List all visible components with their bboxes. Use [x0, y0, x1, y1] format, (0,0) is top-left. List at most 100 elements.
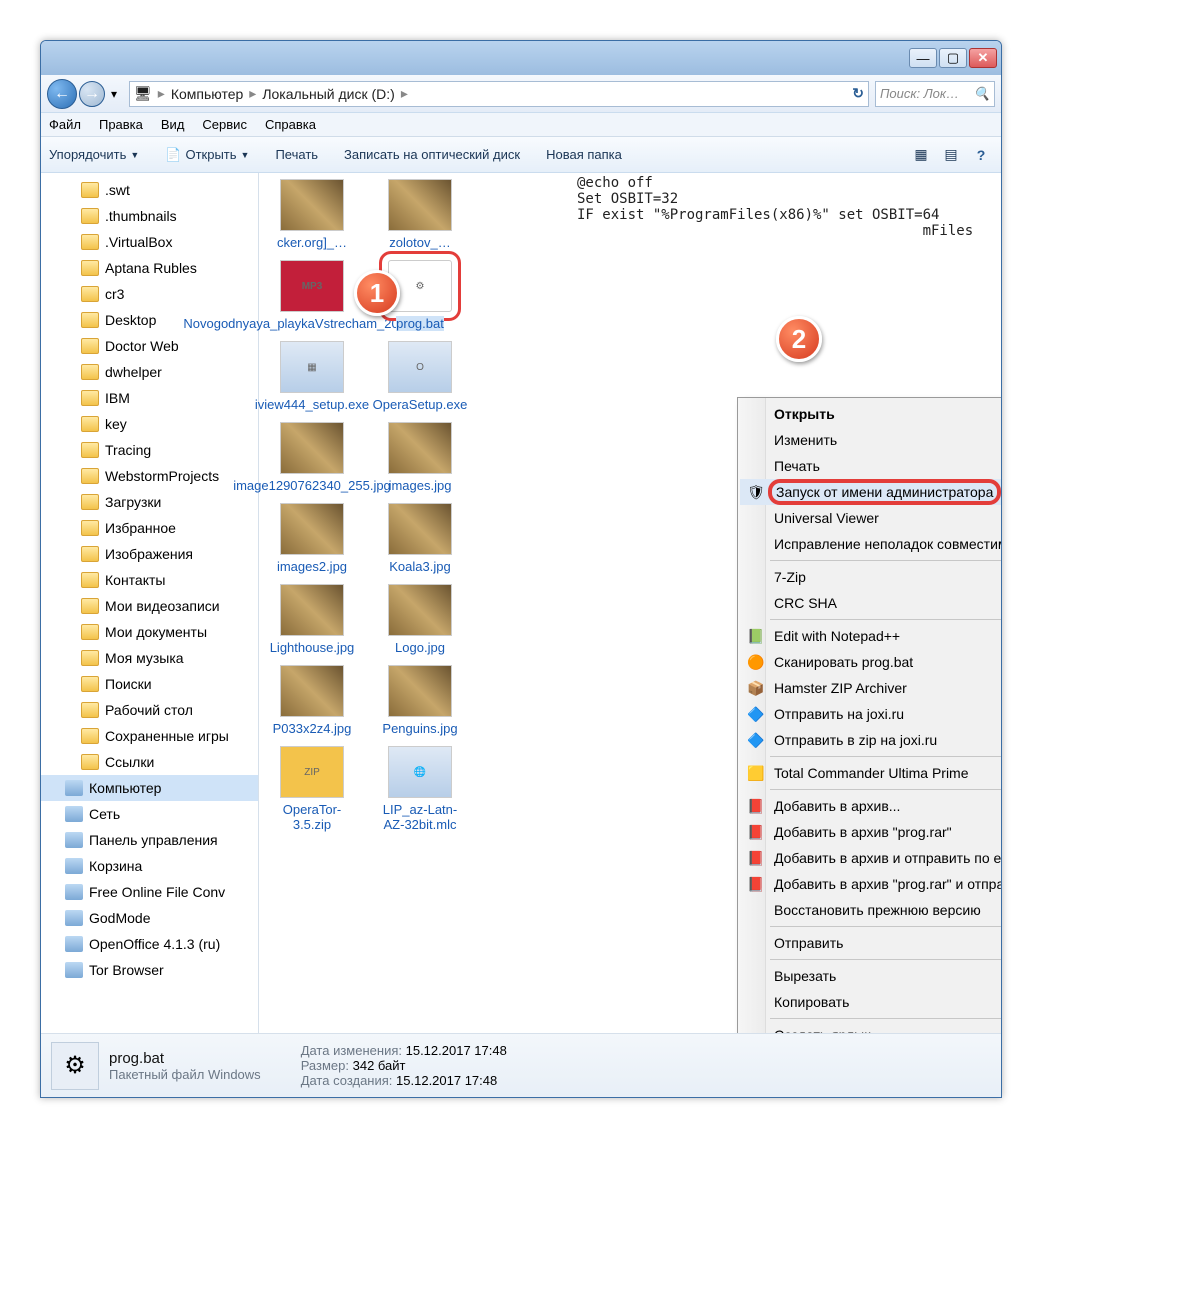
sidebar-item[interactable]: Мои видеозаписи: [41, 593, 258, 619]
ctx-scan[interactable]: 🟠Сканировать prog.bat: [740, 649, 1001, 675]
file-label: images2.jpg: [277, 559, 347, 574]
file-item[interactable]: images.jpg: [375, 422, 465, 493]
menu-file[interactable]: Файл: [49, 117, 81, 132]
new-folder-button[interactable]: Новая папка: [546, 147, 622, 162]
ctx-joxi-zip[interactable]: 🔷Отправить в zip на joxi.ru: [740, 727, 1001, 753]
menu-view[interactable]: Вид: [161, 117, 185, 132]
preview-pane-icon[interactable]: ▤: [939, 143, 963, 167]
file-item[interactable]: ZIPOperaTor-3.5.zip: [267, 746, 357, 832]
menu-tools[interactable]: Сервис: [202, 117, 247, 132]
nav-back-button[interactable]: ←: [47, 79, 77, 109]
file-item[interactable]: zolotov_…: [375, 179, 465, 250]
file-item[interactable]: MP3Novogodnyaya_playkaVstrecham_2012_g…: [267, 260, 357, 331]
file-item[interactable]: images2.jpg: [267, 503, 357, 574]
ctx-compat-troubleshoot[interactable]: Исправление неполадок совместимости: [740, 531, 1001, 557]
sidebar-item-label: Сеть: [89, 806, 120, 822]
sidebar-item[interactable]: Загрузки: [41, 489, 258, 515]
ctx-send-to[interactable]: Отправить: [740, 930, 1001, 956]
search-input[interactable]: Поиск: Лок… 🔍: [875, 81, 995, 107]
address-bar[interactable]: 🖥 ▸ Компьютер ▸ Локальный диск (D:) ▸ ↻: [129, 81, 869, 107]
sidebar-item[interactable]: .swt: [41, 177, 258, 203]
print-button[interactable]: Печать: [275, 147, 318, 162]
ctx-hamster-zip[interactable]: 📦Hamster ZIP Archiver: [740, 675, 1001, 701]
sidebar-item-label: Корзина: [89, 858, 142, 874]
sidebar-item[interactable]: .VirtualBox: [41, 229, 258, 255]
ctx-rar-named-email[interactable]: 📕Добавить в архив "prog.rar" и отправить…: [740, 871, 1001, 897]
sidebar-item[interactable]: Aptana Rubles: [41, 255, 258, 281]
sidebar-item[interactable]: Корзина: [41, 853, 258, 879]
minimize-button[interactable]: —: [909, 48, 937, 68]
ctx-separator: [770, 619, 1001, 620]
ctx-open[interactable]: Открыть: [740, 401, 1001, 427]
sidebar-item[interactable]: key: [41, 411, 258, 437]
sidebar-item[interactable]: Поиски: [41, 671, 258, 697]
sidebar-item[interactable]: WebstormProjects: [41, 463, 258, 489]
file-item[interactable]: cker.org]_…: [267, 179, 357, 250]
breadcrumb-sep: ▸: [249, 85, 256, 102]
ctx-cut[interactable]: Вырезать: [740, 963, 1001, 989]
sidebar-item[interactable]: OpenOffice 4.1.3 (ru): [41, 931, 258, 957]
node-icon: [65, 806, 83, 822]
ctx-joxi-send[interactable]: 🔷Отправить на joxi.ru: [740, 701, 1001, 727]
sidebar-item[interactable]: Изображения: [41, 541, 258, 567]
ctx-create-shortcut[interactable]: Создать ярлык: [740, 1022, 1001, 1033]
sidebar-item[interactable]: Панель управления: [41, 827, 258, 853]
file-item[interactable]: image1290762340_255.jpg: [267, 422, 357, 493]
ctx-7zip[interactable]: 7-Zip: [740, 564, 1001, 590]
file-item[interactable]: Lighthouse.jpg: [267, 584, 357, 655]
sidebar-item[interactable]: Tor Browser: [41, 957, 258, 983]
sidebar-item[interactable]: Сохраненные игры: [41, 723, 258, 749]
sidebar-item[interactable]: dwhelper: [41, 359, 258, 385]
sidebar-item[interactable]: Моя музыка: [41, 645, 258, 671]
nav-history-dropdown[interactable]: ▾: [105, 80, 123, 108]
breadcrumb-drive[interactable]: Локальный диск (D:): [262, 86, 395, 102]
close-button[interactable]: ✕: [969, 48, 997, 68]
sidebar-item[interactable]: cr3: [41, 281, 258, 307]
ctx-rar-add-named[interactable]: 📕Добавить в архив "prog.rar": [740, 819, 1001, 845]
view-mode-icon[interactable]: ▦: [909, 143, 933, 167]
help-icon[interactable]: ?: [969, 143, 993, 167]
file-item[interactable]: 🌐LIP_az-Latn-AZ-32bit.mlc: [375, 746, 465, 832]
mod-value: 15.12.2017 17:48: [406, 1043, 507, 1058]
sidebar-item[interactable]: Ссылки: [41, 749, 258, 775]
sidebar-item[interactable]: IBM: [41, 385, 258, 411]
file-item[interactable]: Logo.jpg: [375, 584, 465, 655]
sidebar-item[interactable]: Контакты: [41, 567, 258, 593]
ctx-rar-email[interactable]: 📕Добавить в архив и отправить по e-mail.…: [740, 845, 1001, 871]
burn-button[interactable]: Записать на оптический диск: [344, 147, 520, 162]
ctx-restore-previous[interactable]: Восстановить прежнюю версию: [740, 897, 1001, 923]
ctx-edit-notepadpp[interactable]: 📗Edit with Notepad++: [740, 623, 1001, 649]
menu-help[interactable]: Справка: [265, 117, 316, 132]
ctx-total-commander[interactable]: 🟨Total Commander Ultima Prime: [740, 760, 1001, 786]
ctx-copy[interactable]: Копировать: [740, 989, 1001, 1015]
status-file-icon: ⚙: [51, 1042, 99, 1090]
nav-forward-button[interactable]: →: [79, 81, 105, 107]
sidebar-item[interactable]: Сеть: [41, 801, 258, 827]
maximize-button[interactable]: ▢: [939, 48, 967, 68]
sidebar-item[interactable]: Избранное: [41, 515, 258, 541]
sidebar-item[interactable]: GodMode: [41, 905, 258, 931]
ctx-print[interactable]: Печать: [740, 453, 1001, 479]
file-item[interactable]: ▦iview444_setup.exe: [267, 341, 357, 412]
ctx-crc-sha[interactable]: CRC SHA: [740, 590, 1001, 616]
breadcrumb-computer[interactable]: Компьютер: [171, 86, 243, 102]
sidebar-item[interactable]: .thumbnails: [41, 203, 258, 229]
sidebar-item[interactable]: Doctor Web: [41, 333, 258, 359]
ctx-universal-viewer[interactable]: Universal Viewer: [740, 505, 1001, 531]
file-item[interactable]: Koala3.jpg: [375, 503, 465, 574]
file-item[interactable]: OOperaSetup.exe: [375, 341, 465, 412]
ctx-rar-add[interactable]: 📕Добавить в архив...: [740, 793, 1001, 819]
organize-button[interactable]: Упорядочить▼: [49, 147, 139, 162]
sidebar-item[interactable]: Free Online File Conv: [41, 879, 258, 905]
ctx-edit[interactable]: Изменить: [740, 427, 1001, 453]
file-item[interactable]: P033x2z4.jpg: [267, 665, 357, 736]
open-button[interactable]: 📄 Открыть▼: [165, 147, 249, 163]
sidebar-item[interactable]: Tracing: [41, 437, 258, 463]
menu-edit[interactable]: Правка: [99, 117, 143, 132]
sidebar-item[interactable]: Компьютер: [41, 775, 258, 801]
ctx-run-as-admin[interactable]: 🛡 Запуск от имени администратора: [740, 479, 1001, 505]
file-item[interactable]: Penguins.jpg: [375, 665, 465, 736]
refresh-icon[interactable]: ↻: [852, 85, 864, 102]
sidebar-item[interactable]: Рабочий стол: [41, 697, 258, 723]
sidebar-item[interactable]: Мои документы: [41, 619, 258, 645]
